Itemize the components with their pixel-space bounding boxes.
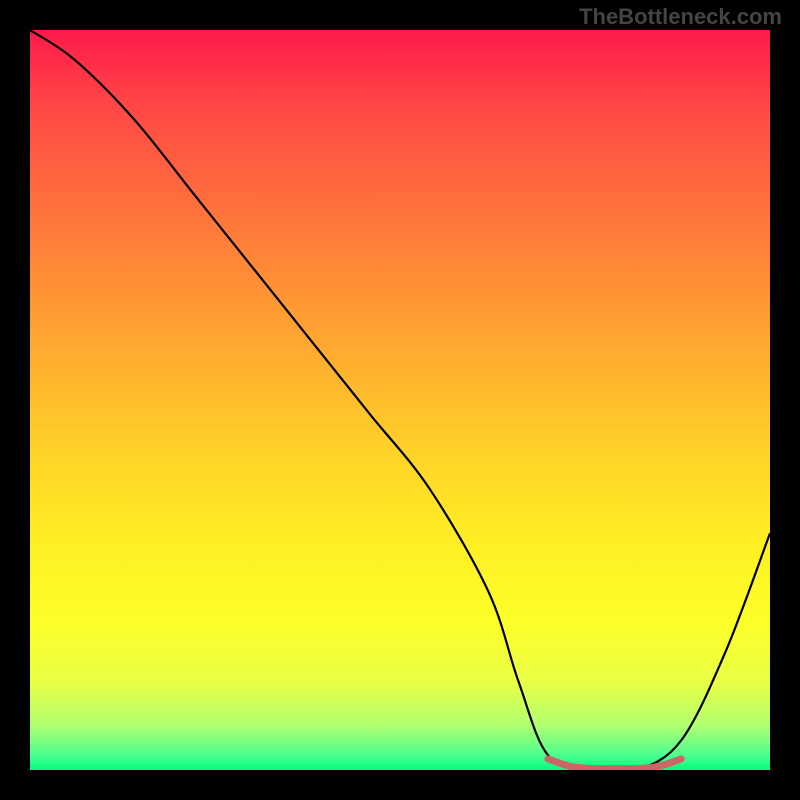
watermark-text: TheBottleneck.com (579, 4, 782, 30)
chart-svg (30, 30, 770, 770)
bottleneck-curve-line (30, 30, 770, 770)
chart-plot-area (30, 30, 770, 770)
